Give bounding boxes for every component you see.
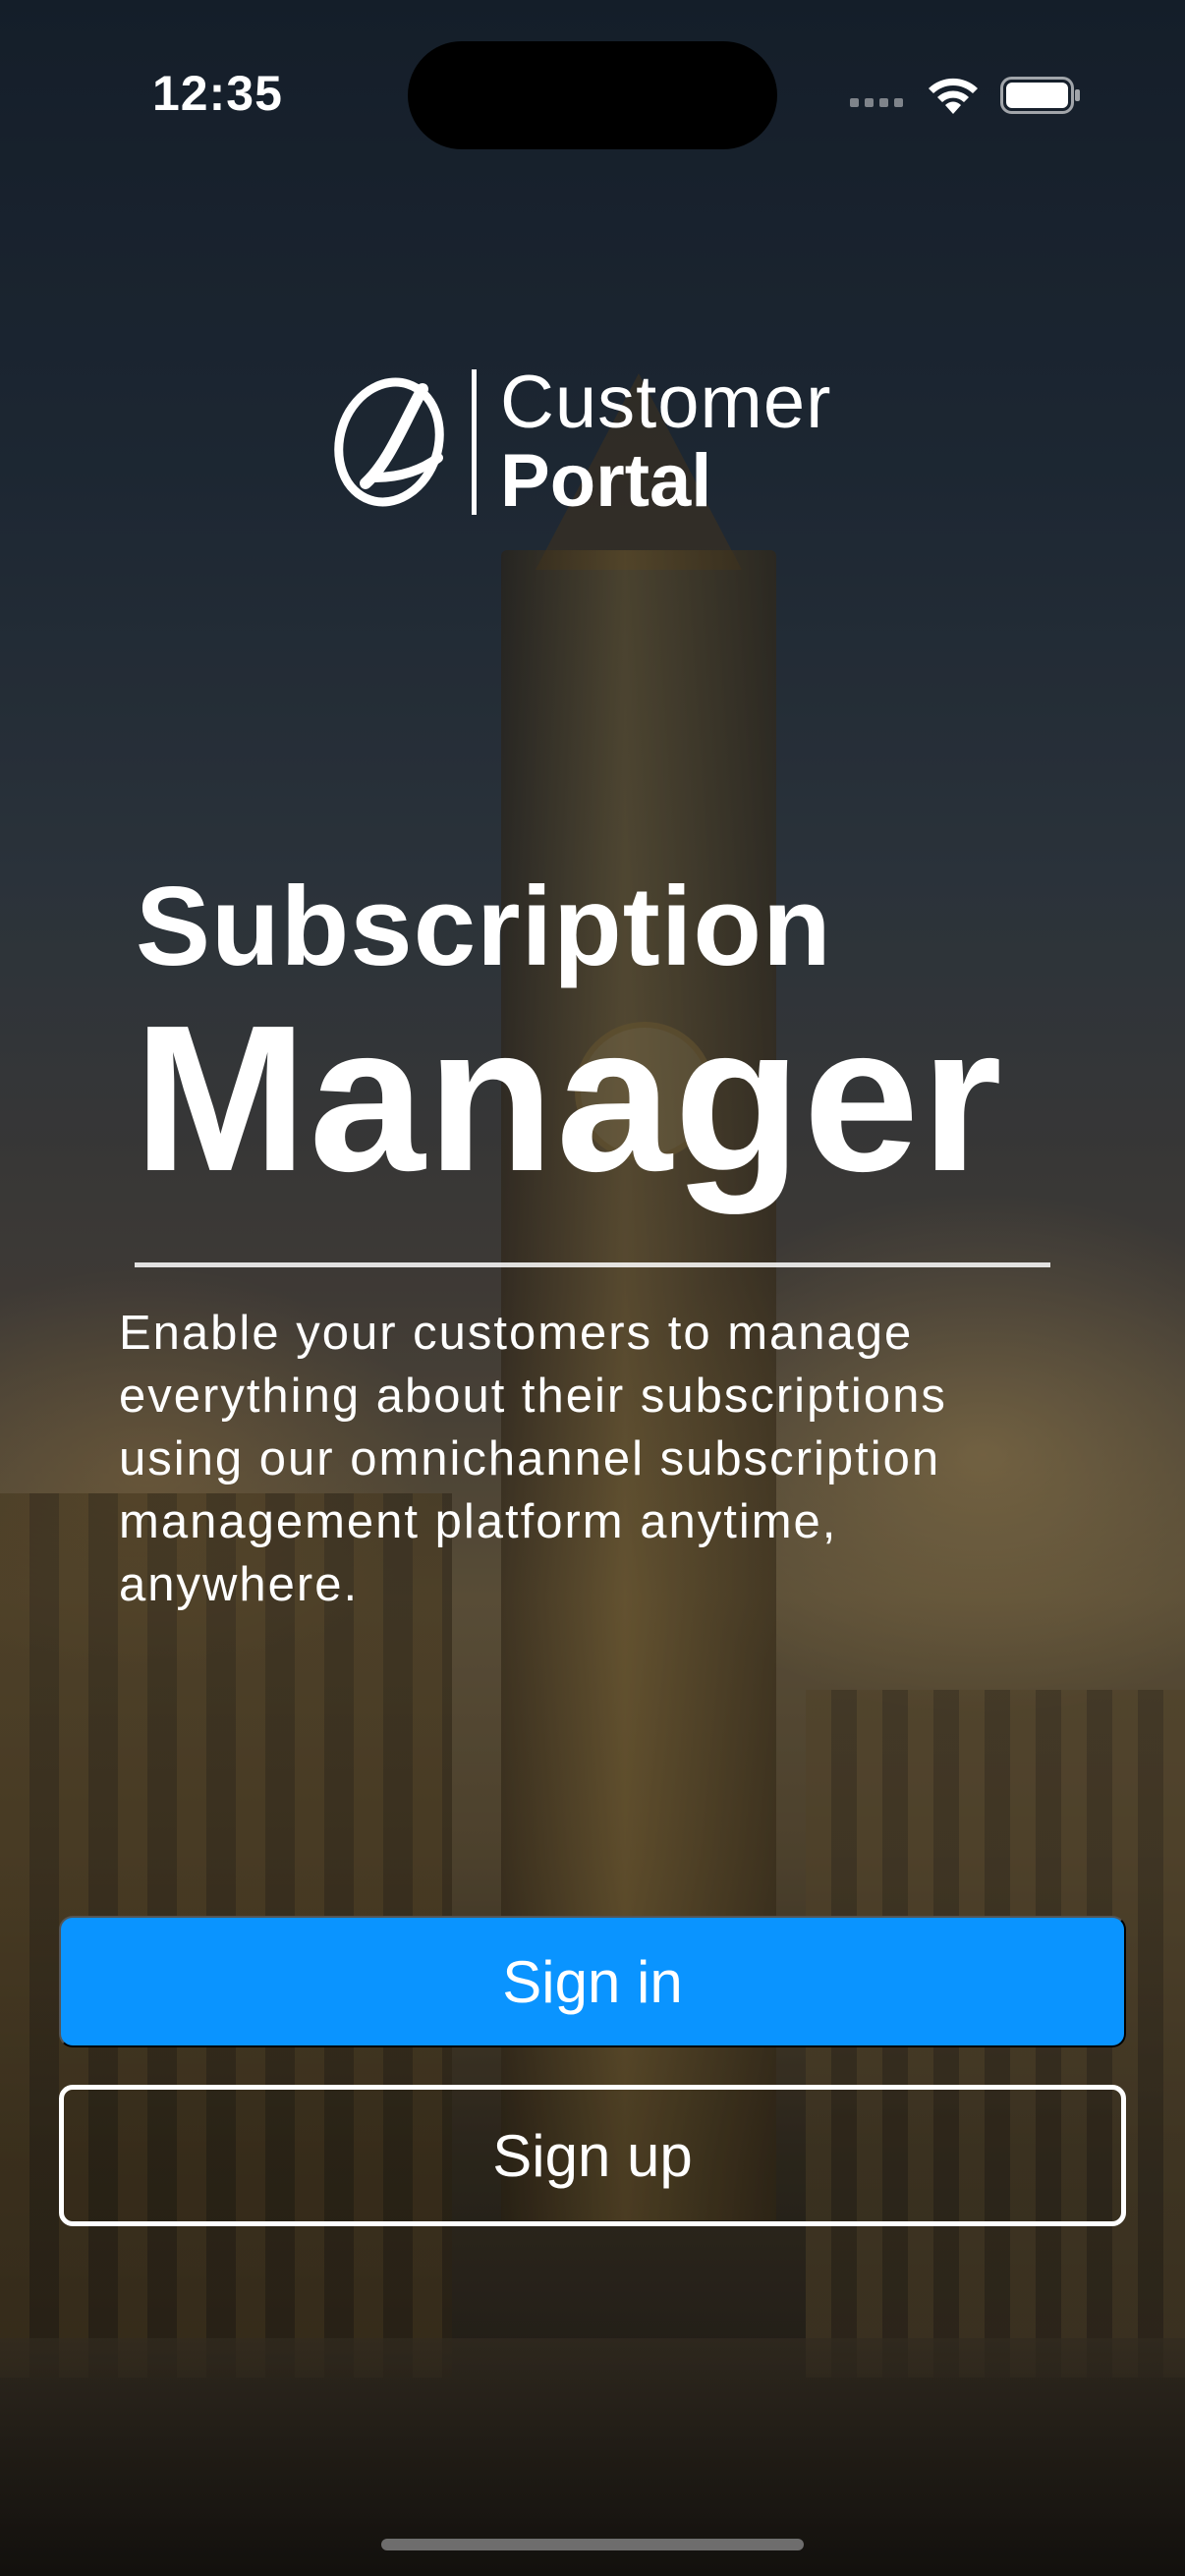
logo-text-line2: Portal xyxy=(500,439,712,523)
logo-text-line1: Customer xyxy=(500,361,832,444)
logo-text: Customer Portal xyxy=(500,365,831,519)
battery-icon xyxy=(1000,77,1080,114)
dynamic-island xyxy=(408,41,777,149)
headline-manager: Manager xyxy=(134,981,1004,1214)
logo-mark-icon xyxy=(334,377,444,507)
description-text: Enable your customers to manage everythi… xyxy=(119,1307,947,1611)
app-logo: Customer Portal xyxy=(332,365,831,519)
sign-up-button[interactable]: Sign up xyxy=(59,2085,1126,2226)
sign-in-button[interactable]: Sign in xyxy=(59,1916,1126,2047)
headline-subscription: Subscription xyxy=(136,865,832,989)
welcome-screen: 12:35 Customer Portal Subscription Manag… xyxy=(0,0,1185,2576)
status-time: 12:35 xyxy=(152,66,283,121)
logo-divider xyxy=(472,369,477,515)
wifi-icon xyxy=(929,78,978,114)
headline-divider xyxy=(135,1262,1050,1267)
cellular-signal-icon xyxy=(850,98,903,107)
home-indicator xyxy=(381,2539,804,2550)
